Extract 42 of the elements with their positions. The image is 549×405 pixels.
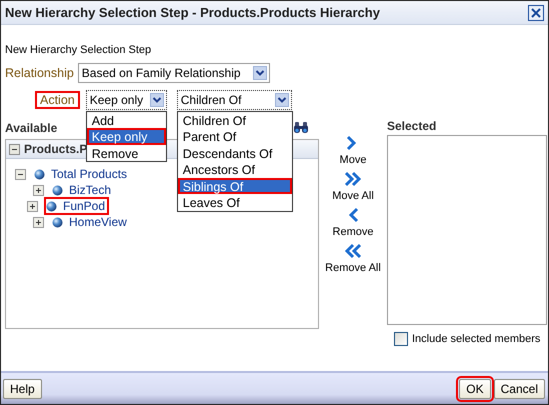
collapse-icon[interactable] bbox=[15, 168, 26, 180]
double-chevron-left-icon bbox=[344, 243, 361, 259]
binoculars-icon bbox=[293, 121, 309, 134]
tree-node[interactable]: BizTech bbox=[50, 181, 116, 199]
dropdown-option[interactable]: Leaves Of bbox=[178, 194, 292, 210]
relationship-dropdown[interactable]: Based on Family Relationship bbox=[78, 62, 270, 82]
dropdown-option[interactable]: Siblings Of bbox=[178, 178, 292, 194]
window-title: New Hierarchy Selection Step - Products.Products Hierarchy bbox=[5, 5, 380, 20]
step-heading: New Hierarchy Selection Step bbox=[5, 44, 152, 58]
dropdown-option[interactable]: Keep only bbox=[86, 128, 166, 144]
collapse-icon bbox=[9, 144, 20, 154]
tree-node[interactable]: FunPod bbox=[44, 197, 110, 215]
dropdown-option[interactable]: Descendants Of bbox=[178, 144, 292, 161]
double-chevron-right-icon bbox=[344, 171, 361, 187]
selected-label: Selected bbox=[387, 119, 438, 133]
sphere-icon bbox=[34, 168, 45, 180]
sphere-icon bbox=[52, 216, 63, 228]
dropdown-option[interactable]: Children Of bbox=[178, 112, 292, 128]
sphere-icon bbox=[52, 184, 63, 196]
shuttle-button[interactable]: Move All bbox=[332, 171, 374, 202]
tree-node[interactable]: HomeView bbox=[50, 213, 131, 231]
dropdown-option[interactable]: Parent Of bbox=[178, 128, 292, 144]
shuttle-button[interactable]: Remove All bbox=[325, 243, 381, 274]
sphere-icon bbox=[46, 200, 57, 212]
shuttle-button[interactable]: Remove bbox=[332, 207, 374, 238]
dropdown-option[interactable]: Ancestors Of bbox=[178, 161, 292, 178]
action-dropdown[interactable]: Keep only bbox=[86, 90, 167, 110]
action-label: Action bbox=[35, 90, 80, 108]
dropdown-option[interactable]: Remove bbox=[86, 144, 166, 161]
close-button[interactable] bbox=[528, 4, 544, 20]
shuttle-button[interactable]: Move bbox=[340, 135, 366, 166]
available-label: Available bbox=[5, 120, 58, 134]
dropdown-option[interactable]: Add bbox=[86, 112, 166, 128]
panel-title: Products.P bbox=[24, 142, 88, 156]
expand-icon[interactable] bbox=[33, 216, 44, 228]
expand-icon[interactable] bbox=[27, 200, 38, 212]
include-selected-checkbox[interactable]: Include selected members bbox=[394, 332, 540, 346]
relationship-label: Relationship bbox=[5, 66, 74, 80]
expand-icon[interactable] bbox=[33, 184, 44, 196]
tree-node[interactable]: Total Products bbox=[32, 165, 132, 183]
close-icon bbox=[531, 8, 541, 18]
family-dropdown[interactable]: Children Of bbox=[176, 90, 292, 110]
